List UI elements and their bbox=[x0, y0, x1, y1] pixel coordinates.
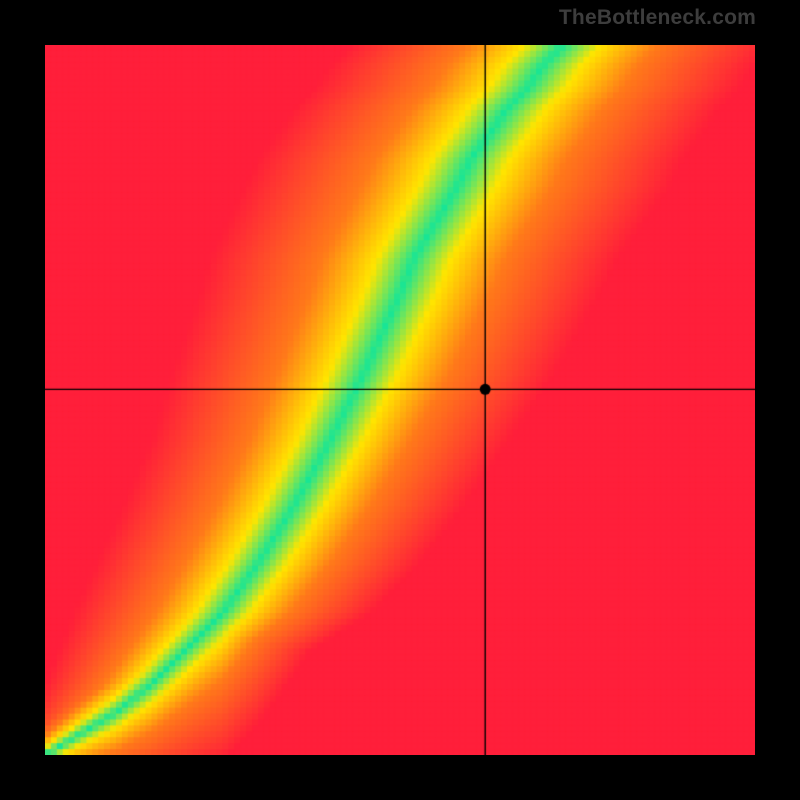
watermark-text: TheBottleneck.com bbox=[559, 6, 756, 30]
chart-frame: TheBottleneck.com bbox=[0, 0, 800, 800]
bottleneck-heatmap bbox=[45, 45, 755, 755]
plot-area bbox=[45, 45, 755, 755]
